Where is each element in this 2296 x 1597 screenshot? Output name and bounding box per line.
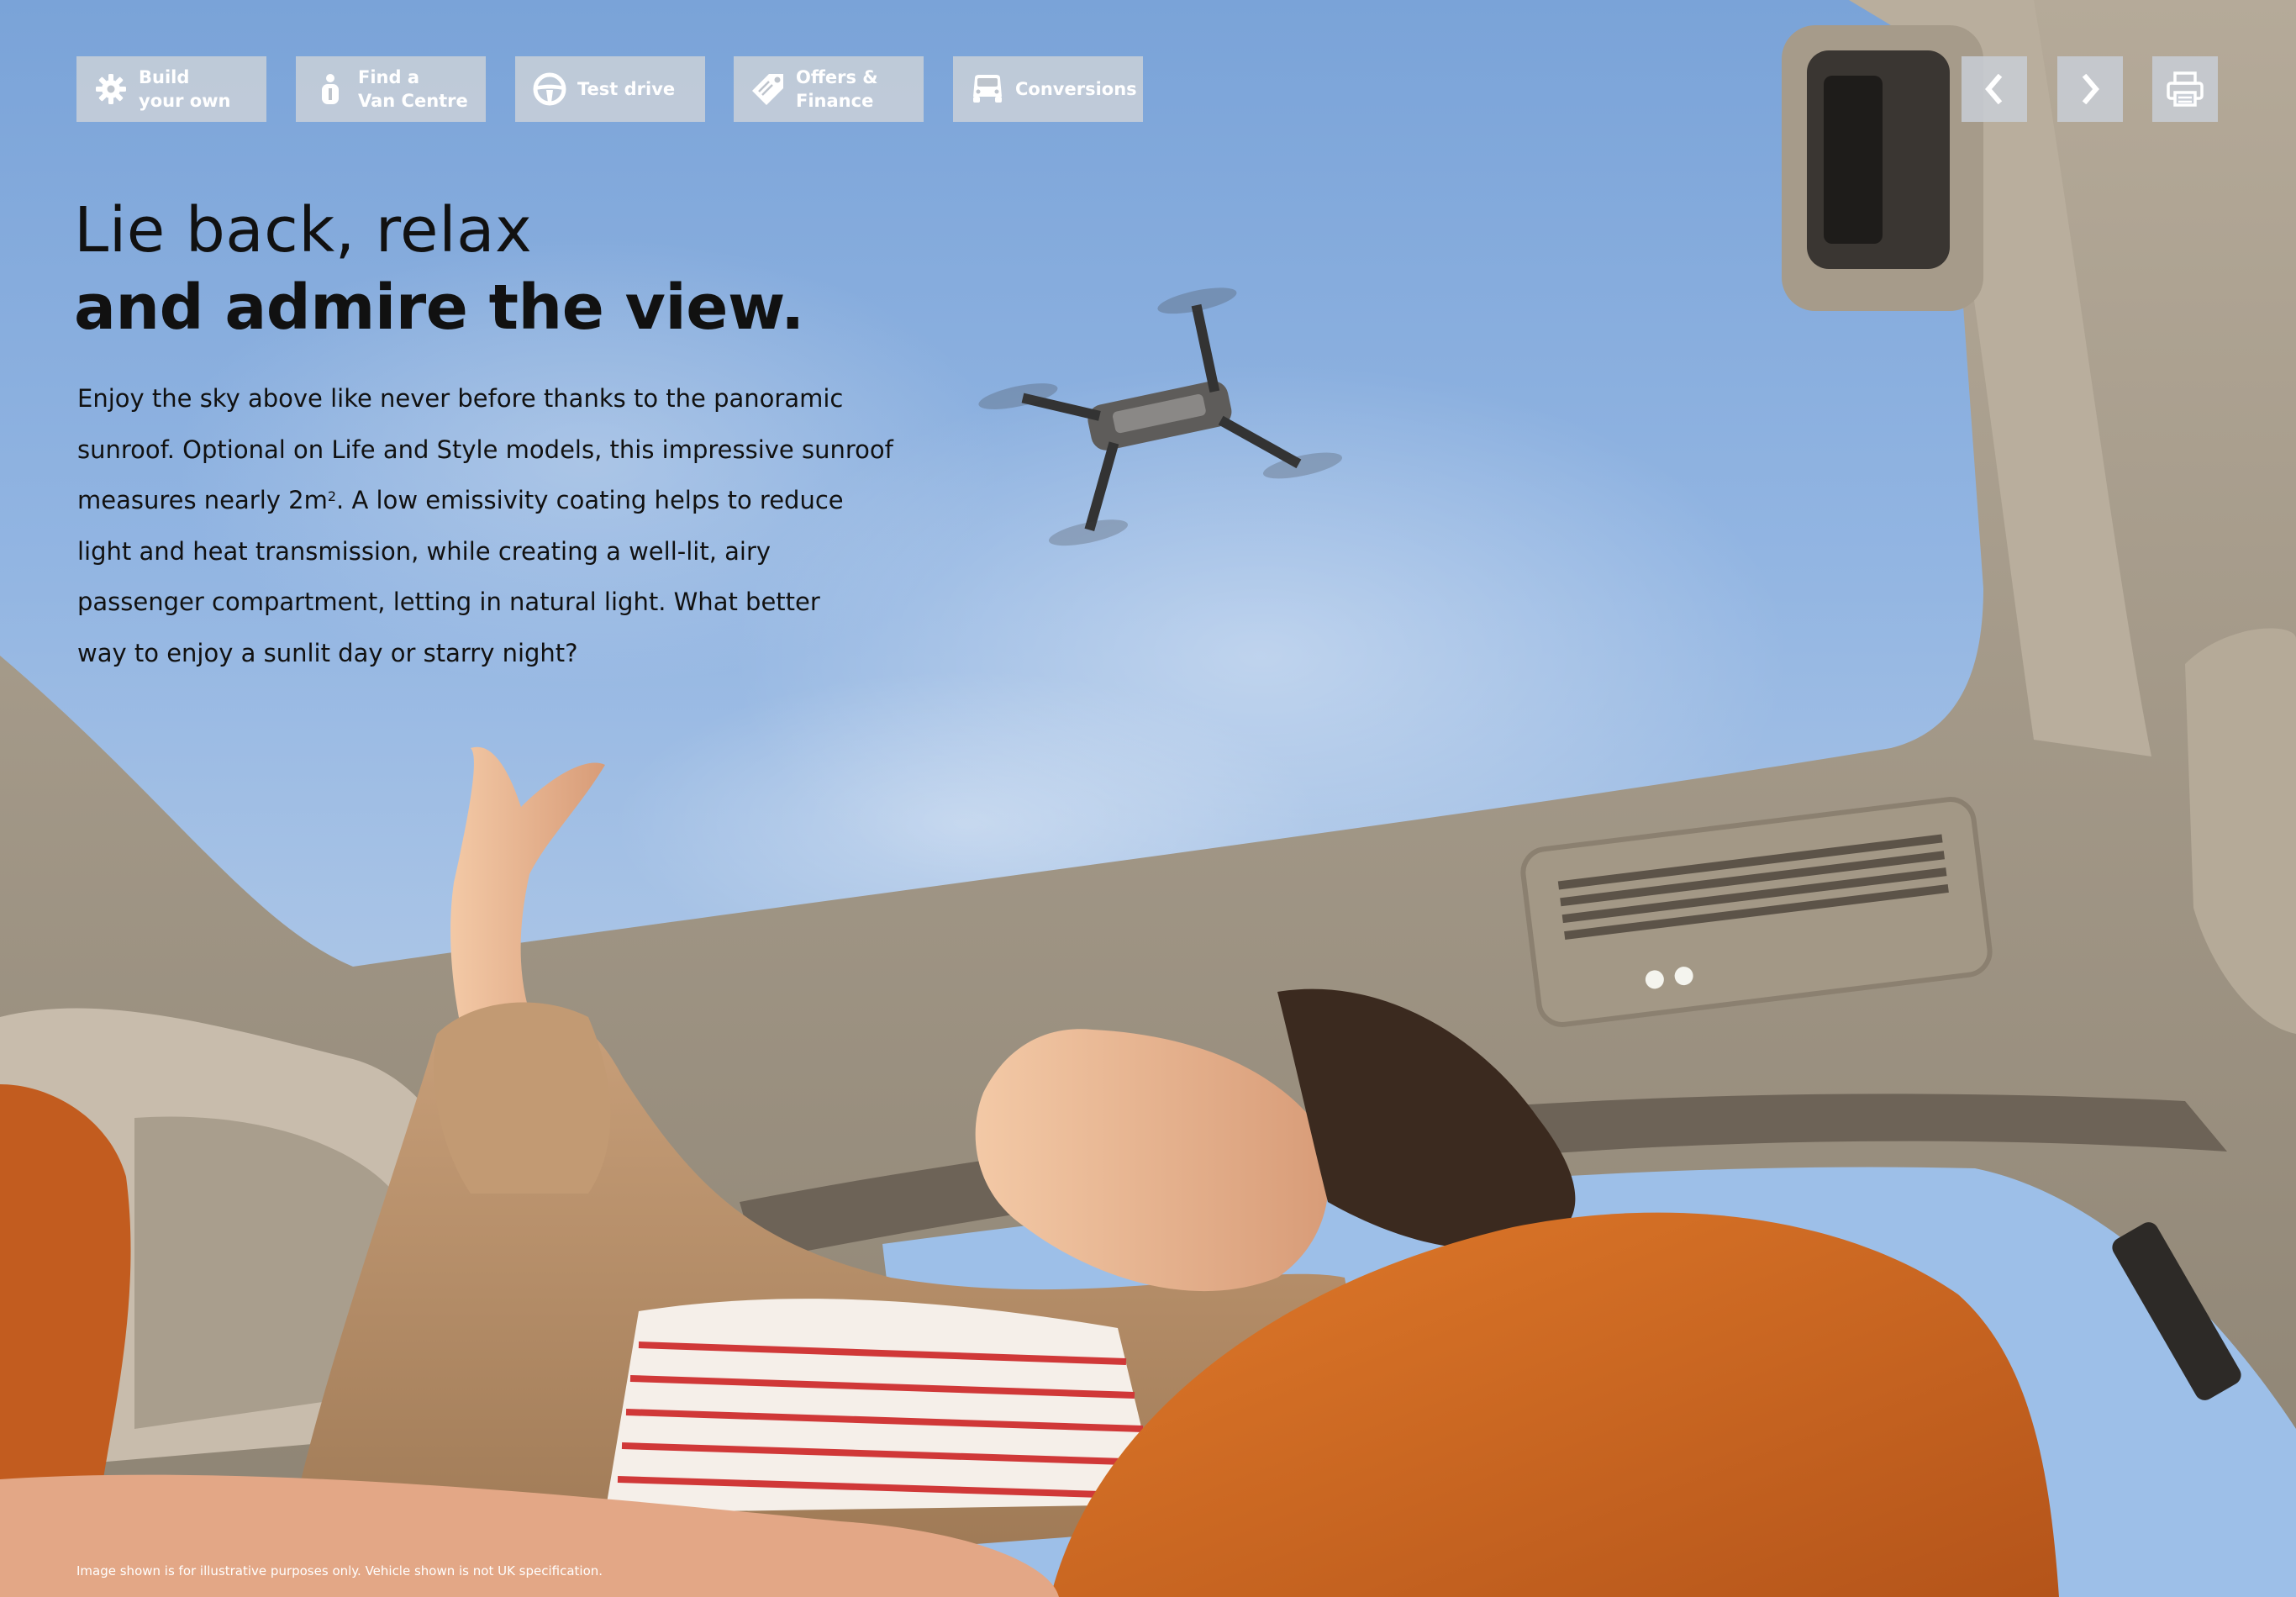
conversions-label: Conversions (1015, 79, 1137, 99)
info-person-icon (313, 71, 348, 107)
body-text: . A low emissivity coating helps to redu… (336, 486, 844, 514)
offers-finance-button[interactable]: Offers & Finance (734, 56, 924, 122)
headline-line-1: Lie back, relax (74, 194, 533, 266)
superscript: 2 (327, 488, 337, 504)
test-drive-button[interactable]: Test drive (515, 56, 705, 122)
van-icon (970, 71, 1005, 107)
image-disclaimer: Image shown is for illustrative purposes… (76, 1563, 603, 1579)
gear-icon (93, 71, 129, 107)
test-drive-label: Test drive (577, 79, 676, 99)
body-text: measures nearly 2m (77, 486, 328, 514)
steering-wheel-icon (532, 71, 567, 107)
body-line: sunroof. Optional on Life and Style mode… (77, 435, 893, 464)
headline-line-2: and admire the view. (74, 271, 804, 344)
offers-finance-label: Offers & Finance (796, 67, 878, 111)
next-page-button[interactable] (2057, 56, 2123, 122)
previous-page-button[interactable] (1962, 56, 2027, 122)
find-van-centre-button[interactable]: Find a Van Centre (296, 56, 486, 122)
printer-icon (2167, 71, 2204, 107)
body-line: passenger compartment, letting in natura… (77, 588, 820, 616)
conversions-button[interactable]: Conversions (953, 56, 1143, 122)
drone (978, 287, 1342, 546)
chevron-left-icon (1985, 74, 2003, 104)
body-line: way to enjoy a sunlit day or starry nigh… (77, 638, 578, 667)
page-headline: Lie back, relax and admire the view. (74, 192, 804, 346)
body-line: light and heat transmission, while creat… (77, 536, 771, 566)
find-van-centre-label: Find a Van Centre (358, 67, 468, 111)
body-line: Enjoy the sky above like never before th… (77, 384, 844, 413)
build-your-own-button[interactable]: Build your own (76, 56, 266, 122)
print-button[interactable] (2152, 56, 2218, 122)
body-line: measures nearly 2m2. A low emissivity co… (77, 475, 918, 526)
tag-icon (750, 71, 786, 107)
chevron-right-icon (2082, 74, 2099, 104)
build-your-own-label: Build your own (139, 67, 231, 111)
body-paragraph: Enjoy the sky above like never before th… (77, 373, 918, 678)
